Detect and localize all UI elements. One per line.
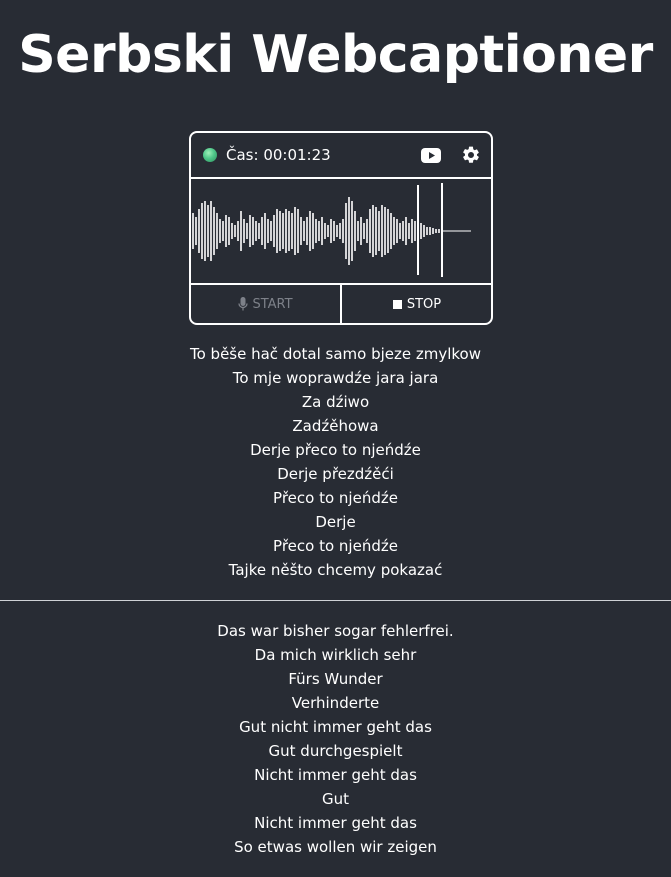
caption-line: Přeco to njeńdźe: [273, 537, 398, 555]
recorder-controls: START STOP: [191, 285, 491, 323]
recorder-header: Čas: 00:01:23: [191, 133, 491, 179]
translation-line: Da mich wirklich sehr: [254, 646, 417, 664]
translation-line: Das war bisher sogar fehlerfrei.: [217, 622, 454, 640]
gear-icon[interactable]: [460, 144, 482, 166]
caption-line: Derje: [315, 513, 356, 531]
caption-line: Derje přeco to njeńdźe: [250, 441, 421, 459]
youtube-icon[interactable]: [420, 144, 442, 166]
audio-waveform: [191, 179, 491, 285]
waveform-graphic: [192, 183, 471, 277]
caption-line: Za dźiwo: [301, 393, 370, 411]
recorder-panel: Čas: 00:01:23 START STOP: [189, 131, 493, 325]
translation-line: Gut durchgespielt: [268, 742, 403, 760]
section-divider: [0, 600, 671, 601]
microphone-icon: [238, 296, 249, 312]
recording-status-indicator: [203, 148, 217, 162]
stop-button[interactable]: STOP: [342, 285, 491, 323]
timer-value: 00:01:23: [263, 146, 331, 164]
translation-line: Verhinderte: [291, 694, 380, 712]
stop-square-icon: [392, 299, 403, 310]
timer: Čas: 00:01:23: [226, 146, 331, 164]
caption-line: Derje přezdźěći: [277, 465, 394, 483]
start-button-label: START: [252, 296, 293, 312]
timer-label: Čas:: [226, 146, 259, 164]
caption-line: Přeco to njeńdźe: [273, 489, 398, 507]
translation-line: Gut nicht immer geht das: [239, 718, 432, 736]
translation-line: Nicht immer geht das: [254, 814, 417, 832]
page-title: Serbski Webcaptioner: [18, 25, 653, 85]
caption-line: Tajke něšto chcemy pokazać: [228, 561, 443, 579]
translation-line: Nicht immer geht das: [254, 766, 417, 784]
translation-line: So etwas wollen wir zeigen: [234, 838, 437, 856]
translation-line: Gut: [321, 790, 349, 808]
source-captions: To běše hač dotal samo bjeze zmylkow To …: [0, 342, 671, 582]
caption-line: Zadźěhowa: [292, 417, 379, 435]
translated-captions: Das war bisher sogar fehlerfrei. Da mich…: [0, 619, 671, 859]
start-button[interactable]: START: [191, 285, 342, 323]
caption-line: To běše hač dotal samo bjeze zmylkow: [189, 345, 482, 363]
translation-line: Fürs Wunder: [288, 670, 383, 688]
caption-line: To mje woprawdźe jara jara: [232, 369, 439, 387]
stop-button-label: STOP: [406, 296, 442, 312]
